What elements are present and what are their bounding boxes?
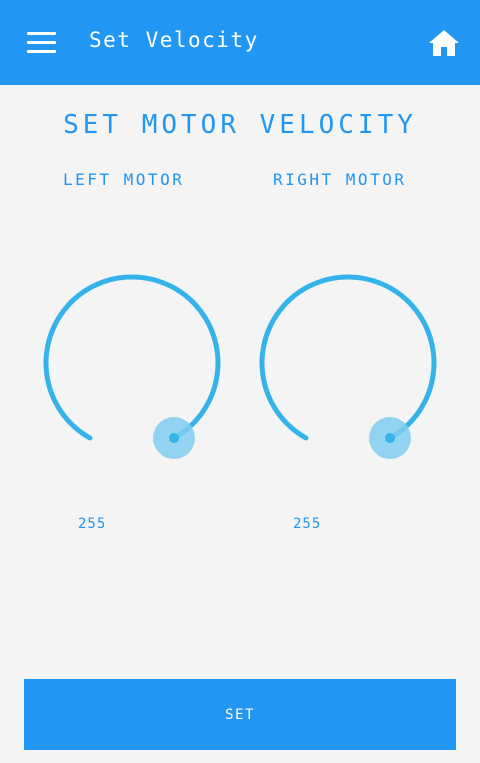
knob-arc xyxy=(43,274,221,441)
knob-arc xyxy=(259,274,437,441)
hamburger-menu-icon-bar xyxy=(27,50,56,53)
knob-thumb-center xyxy=(385,433,395,443)
hamburger-menu-icon xyxy=(27,32,56,35)
right-motor-value: 255 xyxy=(293,516,322,532)
menu-button[interactable] xyxy=(27,32,56,54)
page-title: Set Velocity xyxy=(89,28,259,52)
home-icon xyxy=(429,30,459,56)
home-button[interactable] xyxy=(428,28,460,58)
right-motor-label: RIGHT MOTOR xyxy=(273,170,407,189)
app-bar: Set Velocity xyxy=(0,0,480,85)
left-motor-knob[interactable] xyxy=(38,270,228,470)
set-button[interactable]: SET xyxy=(24,679,456,750)
left-motor-label: LEFT MOTOR xyxy=(63,170,185,189)
right-motor-knob[interactable] xyxy=(254,270,444,470)
section-heading: SET MOTOR VELOCITY xyxy=(63,110,417,140)
hamburger-menu-icon-bar xyxy=(27,41,56,44)
knob-thumb-center xyxy=(169,433,179,443)
left-motor-value: 255 xyxy=(78,516,107,532)
